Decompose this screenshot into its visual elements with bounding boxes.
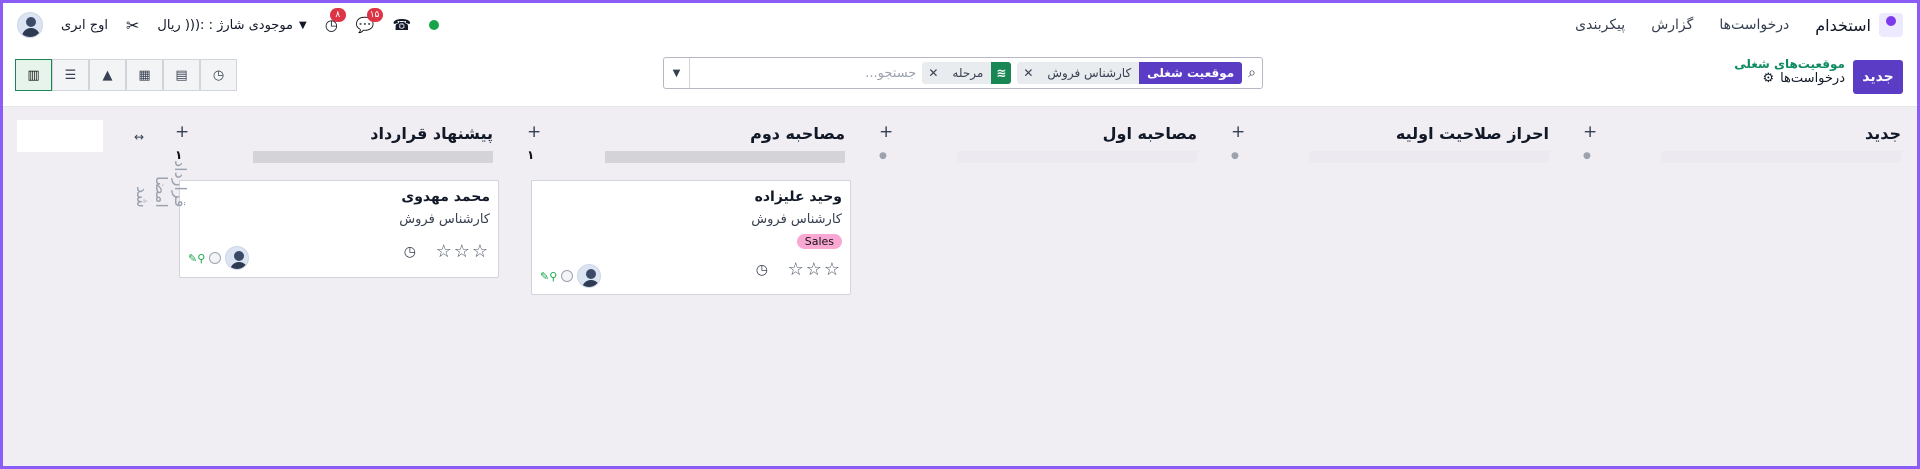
column-progress-bar <box>957 151 1197 163</box>
applicant-name: وحید علیزاده <box>754 189 842 205</box>
priority-stars[interactable]: ☆☆☆ <box>788 259 842 280</box>
column-count: ● <box>1231 151 1239 161</box>
breadcrumb-current: درخواست‌ها ⚙ <box>1762 71 1845 86</box>
remove-facet-icon[interactable]: ✕ <box>922 62 944 84</box>
search-icon[interactable]: ⌕ <box>1248 65 1256 81</box>
user-avatar[interactable] <box>17 12 43 38</box>
pivot-view-button[interactable]: ▤ <box>163 59 200 91</box>
column-count: ● <box>879 151 887 161</box>
graph-view-button[interactable]: ▲ <box>89 59 126 91</box>
assignee-avatar[interactable] <box>225 246 250 270</box>
breadcrumb-parent[interactable]: موقعیت‌های شغلی <box>1734 57 1845 71</box>
kanban-state-icon[interactable] <box>209 252 222 264</box>
paperclip-icon: ⚲✎ <box>188 251 206 265</box>
menu-applications[interactable]: درخواست‌ها <box>1719 17 1789 33</box>
menu-reporting[interactable]: گزارش <box>1651 17 1693 33</box>
facet-label: موقعیت شغلی <box>1139 62 1243 84</box>
column-progress-bar[interactable] <box>605 151 845 163</box>
assignee-avatar[interactable] <box>577 264 602 288</box>
recruitment-app-icon <box>1879 13 1903 37</box>
calendar-view-button[interactable]: ▦ <box>126 59 163 91</box>
new-button[interactable]: جدید <box>1853 60 1903 94</box>
column-title[interactable]: جدید <box>1865 124 1901 143</box>
kanban-column: مصاحبه اول + ● <box>873 108 1203 168</box>
menu-configuration[interactable]: پیکربندی <box>1575 17 1625 33</box>
activity-badge: ۸ <box>329 8 346 22</box>
phone-button[interactable]: ☎ <box>393 16 412 34</box>
kanban-card[interactable]: محمد مهدوی کارشناس فروش ☆☆☆ ◷ ⚲✎ <box>179 180 499 278</box>
search-input[interactable] <box>696 65 917 81</box>
phone-icon: ☎ <box>392 16 412 34</box>
search-options-toggle[interactable]: ▼ <box>664 58 690 88</box>
kanban-card[interactable]: وحید علیزاده کارشناس فروش Sales ☆☆☆ ◷ ⚲✎ <box>531 180 851 295</box>
app-name[interactable]: استخدام <box>1815 16 1871 35</box>
control-panel: جدید موقعیت‌های شغلی درخواست‌ها ⚙ ⌕ موقع… <box>3 47 1917 107</box>
online-status-dot <box>429 20 440 30</box>
kanban-board: جدید + ● احراز صلاحیت اولیه + ● مصاحبه ا… <box>3 108 1917 466</box>
job-position: کارشناس فروش <box>399 212 490 227</box>
app-brand[interactable]: استخدام <box>1815 13 1903 37</box>
paperclip-icon: ⚲✎ <box>540 269 558 283</box>
column-progress-bar <box>1309 151 1549 163</box>
tag-badge: Sales <box>796 234 842 249</box>
plus-icon[interactable]: + <box>879 122 893 142</box>
kanban-column: پیشنهاد قرارداد + ۱ محمد مهدوی کارشناس ف… <box>169 108 499 278</box>
view-switcher: ▥ ☰ ▲ ▦ ▤ ◷ <box>15 59 237 91</box>
tools-icon[interactable]: ✂ <box>126 16 139 35</box>
gear-icon[interactable]: ⚙ <box>1762 71 1774 86</box>
priority-stars[interactable]: ☆☆☆ <box>436 241 490 262</box>
kanban-column: مصاحبه دوم + ۱ وحید علیزاده کارشناس فروش… <box>521 108 851 295</box>
remove-facet-icon[interactable]: ✕ <box>1017 62 1039 84</box>
systray: اوج ابری ✂ ▼ موجودی شارژ : :((( ریال ◷ ۸… <box>17 8 440 38</box>
kanban-view-button[interactable]: ▥ <box>15 59 52 91</box>
list-view-button[interactable]: ☰ <box>52 59 89 91</box>
stack-icon: ≋ <box>991 62 1012 84</box>
plus-icon[interactable]: + <box>175 122 189 142</box>
chevron-down-icon: ▼ <box>299 19 307 31</box>
plus-icon[interactable]: + <box>527 122 541 142</box>
user-name[interactable]: اوج ابری <box>61 18 108 33</box>
unfold-arrows-icon[interactable]: ↔ <box>134 130 144 144</box>
kanban-state-icon[interactable] <box>561 270 574 282</box>
column-title[interactable]: مصاحبه دوم <box>750 124 845 143</box>
search-bar: ⌕ موقعیت شغلی کارشناس فروش ✕ ≋ مرحله ✕ ▼ <box>663 57 1263 89</box>
messages-button[interactable]: 💬 ۱۵ <box>356 8 383 34</box>
plus-icon[interactable]: + <box>1231 122 1245 142</box>
column-count: ● <box>1583 151 1591 161</box>
activity-button[interactable]: ◷ ۸ <box>325 8 346 34</box>
messages-badge: ۱۵ <box>366 8 383 22</box>
add-column-area[interactable] <box>17 120 103 152</box>
top-navbar: استخدام درخواست‌ها گزارش پیکربندی اوج اب… <box>3 3 1917 47</box>
credit-dropdown[interactable]: ▼ موجودی شارژ : :((( ریال <box>157 18 306 33</box>
column-progress-bar <box>1661 151 1901 163</box>
kanban-column: جدید + ● <box>1577 108 1907 168</box>
facet-job-position: موقعیت شغلی کارشناس فروش ✕ <box>1017 62 1243 84</box>
card-footer-left: ⚲✎ <box>188 246 250 270</box>
folded-column-title: قرارداد امضا شد <box>133 160 190 208</box>
job-position: کارشناس فروش <box>751 212 842 227</box>
plus-icon[interactable]: + <box>1583 122 1597 142</box>
breadcrumb: موقعیت‌های شغلی درخواست‌ها ⚙ <box>1734 57 1845 86</box>
activity-clock-icon[interactable]: ◷ <box>404 244 416 260</box>
facet-value: مرحله <box>952 66 984 80</box>
facet-stage: ≋ مرحله ✕ <box>922 62 1012 84</box>
facet-value: کارشناس فروش <box>1047 66 1132 80</box>
column-title[interactable]: پیشنهاد قرارداد <box>370 124 493 143</box>
column-title[interactable]: مصاحبه اول <box>1103 124 1197 143</box>
column-title[interactable]: احراز صلاحیت اولیه <box>1396 124 1549 143</box>
activity-view-button[interactable]: ◷ <box>200 59 237 91</box>
column-count: ۱ <box>527 148 535 162</box>
activity-clock-icon[interactable]: ◷ <box>756 262 768 278</box>
kanban-column: احراز صلاحیت اولیه + ● <box>1225 108 1555 168</box>
column-progress-bar[interactable] <box>253 151 493 163</box>
credit-label: موجودی شارژ : :((( ریال <box>157 17 294 33</box>
applicant-name: محمد مهدوی <box>401 189 490 205</box>
card-footer-left: ⚲✎ <box>540 264 602 288</box>
